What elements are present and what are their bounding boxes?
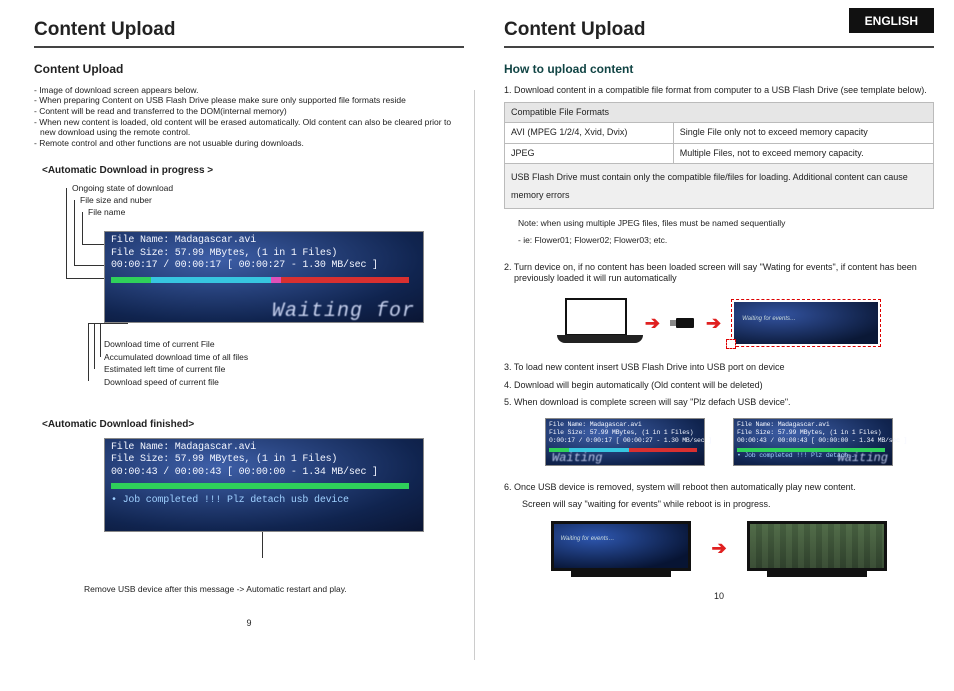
table-note-row: USB Flash Drive must contain only the co… [505, 163, 934, 208]
download-progress-diagram: Ongoing state of download File size and … [42, 183, 464, 403]
usb-icon [670, 318, 696, 328]
finished-screen: File Name: Madagascar.avi File Size: 57.… [104, 438, 424, 532]
section-subtitle: How to upload content [504, 62, 934, 77]
screen-line: • Job completed !!! Plz detach usb devic… [111, 495, 417, 508]
connector-line [66, 188, 67, 278]
screen-line: File Name: Madagascar.avi [549, 421, 701, 429]
laptop-icon [557, 298, 635, 348]
step-sub: Screen will say "waiting for events" whi… [504, 499, 934, 510]
step: 3. To load new content insert USB Flash … [504, 362, 934, 373]
callout: File size and nuber [80, 195, 152, 206]
note-line: - Image of download screen appears below… [34, 85, 464, 96]
step: 4. Download will begin automatically (Ol… [504, 380, 934, 391]
screen-line: File Size: 57.99 MBytes, (1 in 1 Files) [111, 248, 417, 261]
page-number: 10 [504, 591, 934, 602]
table-note: USB Flash Drive must contain only the co… [505, 163, 934, 208]
note-line: - Content will be read and transferred t… [34, 106, 464, 117]
step: 6. Once USB device is removed, system wi… [504, 482, 934, 493]
arrow-icon: ➔ [711, 537, 726, 560]
table-cell: Multiple Files, not to exceed memory cap… [673, 143, 933, 163]
note-line: - When new content is loaded, old conten… [34, 117, 464, 138]
column-divider [474, 90, 475, 660]
callout: Ongoing state of download [72, 183, 173, 194]
mini-screens-row: File Name: Madagascar.avi File Size: 57.… [504, 418, 934, 466]
connector-line [74, 200, 75, 265]
waiting-text: Waiting [552, 451, 602, 466]
jpeg-note-example: - ie: Flower01; Flower02; Flower03; etc. [504, 230, 934, 248]
connection-diagram: ➔ ➔ Waiting for events… [504, 298, 934, 348]
callout: Download time of current File [104, 339, 248, 350]
screen-line: 00:00:43 / 00:00:43 [ 00:00:00 - 1.34 MB… [737, 437, 889, 445]
jpeg-note: Note: when using multiple JPEG files, fi… [504, 213, 934, 231]
connector-line [100, 323, 101, 357]
download-screen: File Name: Madagascar.avi File Size: 57.… [104, 231, 424, 323]
screen-line: 00:00:43 / 00:00:43 [ 00:00:00 - 1.34 MB… [111, 467, 417, 480]
screen-line: 0:00:17 / 0:00:17 [ 00:00:27 - 1.30 MB/s… [549, 437, 701, 445]
waiting-text: Waiting [838, 451, 888, 466]
usb-port-icon [726, 339, 736, 349]
mini-screen-finished: File Name: Madagascar.avi File Size: 57.… [733, 418, 893, 466]
screen-line: File Size: 57.99 MBytes, (1 in 1 Files) [549, 429, 701, 437]
device-screen-text: Waiting for events… [734, 302, 878, 344]
screen-line: 00:00:17 / 00:00:17 [ 00:00:27 - 1.30 MB… [111, 260, 417, 273]
section-subtitle: Content Upload [34, 62, 464, 77]
callout: Estimated left time of current file [104, 364, 248, 375]
arrow-icon: ➔ [645, 312, 660, 335]
page-left: Content Upload Content Upload - Image of… [34, 18, 464, 629]
mini-screen-progress: File Name: Madagascar.avi File Size: 57.… [545, 418, 705, 466]
screen-line: File Name: Madagascar.avi [111, 235, 417, 248]
progress-bar [111, 483, 409, 489]
step: 1. Download content in a compatible file… [504, 85, 934, 96]
step: 5. When download is complete screen will… [504, 397, 934, 408]
final-note: Remove USB device after this message -> … [84, 584, 464, 595]
screen-line: File Name: Madagascar.avi [737, 421, 889, 429]
table-row: AVI (MPEG 1/2/4, Xvid, Dvix) Single File… [505, 123, 934, 143]
callout: Accumulated download time of all files [104, 352, 248, 363]
callout: Download speed of current file [104, 377, 248, 388]
callout-group: Download time of current File Accumulate… [104, 339, 248, 388]
waiting-text: Waiting for [272, 299, 415, 324]
table-row: JPEG Multiple Files, not to exceed memor… [505, 143, 934, 163]
connector-line [82, 212, 83, 244]
table-cell: Single File only not to exceed memory ca… [673, 123, 933, 143]
display-device: Waiting for events… [731, 299, 881, 347]
screen-line: File Size: 57.99 MBytes, (1 in 1 Files) [111, 454, 417, 467]
finished-label: <Automatic Download finished> [42, 419, 464, 432]
page-title: Content Upload [504, 18, 934, 48]
download-finished-diagram: File Name: Madagascar.avi File Size: 57.… [42, 438, 464, 558]
table-cell: JPEG [505, 143, 674, 163]
screen-line: File Size: 57.99 MBytes, (1 in 1 Files) [737, 429, 889, 437]
callout: File name [88, 207, 125, 218]
page-number: 9 [34, 618, 464, 629]
connector-line [88, 323, 128, 324]
page-right: Content Upload How to upload content 1. … [504, 18, 934, 602]
intro-notes: - Image of download screen appears below… [34, 85, 464, 149]
formats-table: Compatible File Formats AVI (MPEG 1/2/4,… [504, 102, 934, 209]
tv-waiting: Waiting for events… [551, 521, 691, 577]
table-header: Compatible File Formats [505, 103, 934, 123]
tv-playing [747, 521, 887, 577]
arrow-icon: ➔ [706, 312, 721, 335]
tv-row: Waiting for events… ➔ [504, 521, 934, 577]
table-cell: AVI (MPEG 1/2/4, Xvid, Dvix) [505, 123, 674, 143]
tv-screen-text: Waiting for events… [551, 521, 691, 571]
note-line: - Remote control and other functions are… [34, 138, 464, 149]
step: 2. Turn device on, if no content has bee… [504, 262, 934, 285]
progress-bar [111, 277, 409, 283]
page-title: Content Upload [34, 18, 464, 48]
progress-label: <Automatic Download in progress > [42, 165, 464, 178]
screen-line: File Name: Madagascar.avi [111, 442, 417, 455]
connector-line [94, 323, 95, 369]
connector-line [88, 323, 89, 381]
connector-line [262, 532, 263, 558]
note-line: - When preparing Content on USB Flash Dr… [34, 95, 464, 106]
